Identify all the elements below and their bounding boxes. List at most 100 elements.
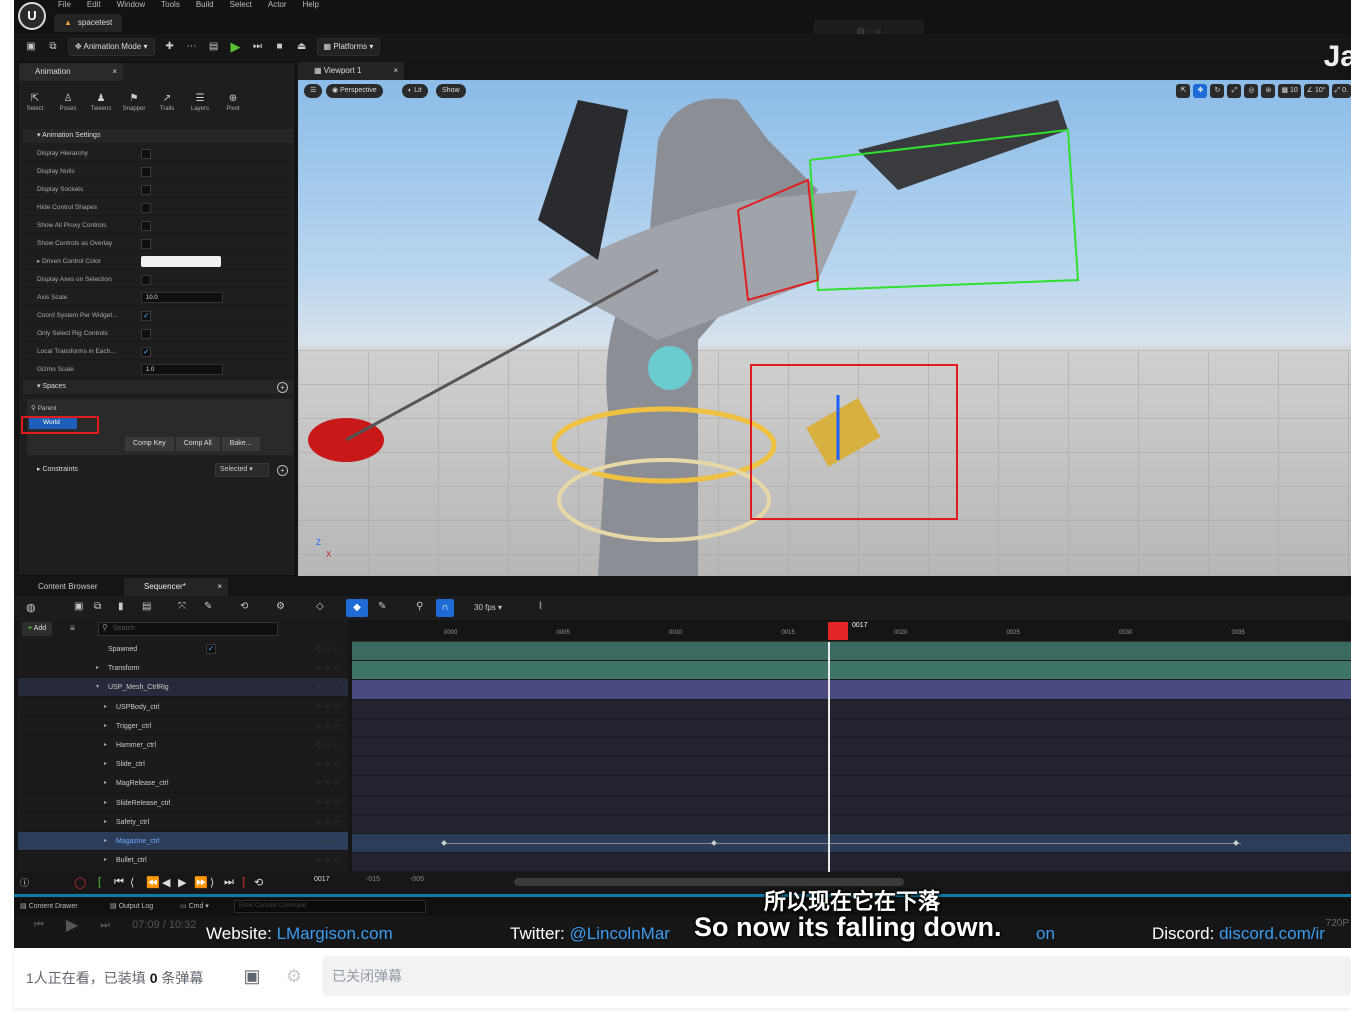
menu-select[interactable]: Select xyxy=(230,0,252,10)
danmaku-toggle-icon[interactable]: ▣ xyxy=(240,964,264,988)
axis-scale-input[interactable]: 10.0 xyxy=(141,292,223,303)
chevron-down-icon[interactable]: ▾ xyxy=(96,678,99,697)
checkbox[interactable] xyxy=(141,239,151,249)
track-lane[interactable] xyxy=(352,814,1351,834)
menu-build[interactable]: Build xyxy=(196,0,214,10)
danmaku-input[interactable]: 已关闭弹幕 xyxy=(322,956,1351,996)
track-lane[interactable] xyxy=(352,757,1351,777)
chevron-right-icon[interactable]: ▸ xyxy=(104,698,107,717)
tool-select[interactable]: ⇱ Select xyxy=(23,93,47,112)
twitter-link-tail[interactable]: on xyxy=(1036,924,1055,944)
chevron-right-icon[interactable]: ▸ xyxy=(104,755,107,774)
checkbox[interactable] xyxy=(141,203,151,213)
comp-all-button[interactable]: Comp All xyxy=(175,437,220,451)
reverse-play-icon[interactable]: ◀ xyxy=(162,876,170,889)
play-icon[interactable]: ▶ xyxy=(229,40,243,54)
chevron-right-icon[interactable]: ▸ xyxy=(104,774,107,793)
record-icon[interactable]: ◯ xyxy=(74,876,86,889)
tab-content-browser[interactable]: Content Browser xyxy=(18,578,106,596)
menu-file[interactable]: File xyxy=(58,0,71,10)
content-icon[interactable]: ⧉ xyxy=(46,40,60,54)
track-row[interactable]: ▸ USPBody_ctrl ◇◇◇ xyxy=(18,698,348,717)
track-lane[interactable] xyxy=(352,661,1351,681)
chevron-right-icon[interactable]: ▸ xyxy=(104,813,107,832)
track-row[interactable]: ▸ Slide_ctrl ◇◇◇ xyxy=(18,755,348,775)
keyframe[interactable] xyxy=(441,840,447,846)
next-icon[interactable]: ⏭ xyxy=(100,919,110,932)
close-icon[interactable]: × xyxy=(393,62,398,80)
translate-icon[interactable]: ✥ xyxy=(1193,84,1208,98)
show-button[interactable]: Show xyxy=(436,84,466,98)
prev-key-icon[interactable]: ⟨ xyxy=(130,876,134,889)
menu-window[interactable]: Window xyxy=(117,0,145,10)
key-nav-icons[interactable]: ◇◇◇ xyxy=(316,659,342,678)
chevron-right-icon[interactable]: ▸ xyxy=(104,794,107,813)
current-frame-field[interactable]: 0017 xyxy=(314,876,330,883)
constraints-filter-dropdown[interactable]: Selected ▾ xyxy=(215,463,269,477)
key-nav-icons[interactable]: ◇◇◇ xyxy=(316,832,342,851)
platforms-dropdown[interactable]: ▦ Platforms ▾ xyxy=(316,38,381,56)
menu-help[interactable]: Help xyxy=(303,0,319,10)
checkbox[interactable] xyxy=(141,329,151,339)
key-nav-icons[interactable]: ◇◇◇ xyxy=(316,813,342,832)
key-nav-icons[interactable]: ◇◇◇ xyxy=(316,717,342,736)
key-nav-icons[interactable]: ◇◇◇ xyxy=(316,678,342,697)
info-icon[interactable]: ⓘ xyxy=(20,876,29,889)
step-icon[interactable]: ⏭ xyxy=(251,40,265,54)
tool-pivot[interactable]: ⊕ Pivot xyxy=(221,93,245,112)
chevron-right-icon[interactable]: ▸ xyxy=(104,832,107,851)
track-row[interactable]: ▸ Hammer_ctrl ◇◇◇ xyxy=(18,736,348,755)
camera-icon[interactable]: ▤ xyxy=(142,601,151,612)
autokey-icon[interactable]: ◆ xyxy=(346,599,368,617)
website-link[interactable]: Website: LMargison.com xyxy=(206,924,393,944)
close-icon[interactable]: × xyxy=(112,63,117,81)
checkbox[interactable] xyxy=(141,221,151,231)
track-row[interactable]: ▾ USP_Mesh_CtrlRig ◇◇◇ xyxy=(18,678,348,698)
loop-mode-icon[interactable]: ⟲ xyxy=(254,876,263,889)
checkbox[interactable] xyxy=(141,343,151,360)
track-row[interactable]: ▸ Transform ◇◇◇ xyxy=(18,659,348,679)
menu-tools[interactable]: Tools xyxy=(161,0,180,10)
quality-label[interactable]: 720P xyxy=(1326,918,1349,929)
viewport-menu-button[interactable]: ☰ xyxy=(304,84,323,98)
surface-snap-icon[interactable]: ⊛ xyxy=(1261,84,1276,98)
mode-dropdown[interactable]: ✥ Animation Mode ▾ xyxy=(68,38,155,56)
view-range-end[interactable]: -005 xyxy=(410,876,424,883)
track-row[interactable]: Spawned ✓ ◇◇◇ xyxy=(18,640,348,659)
spawned-checkbox[interactable]: ✓ xyxy=(206,644,216,654)
grid-snap-button[interactable]: ▦ 10 xyxy=(1278,84,1301,98)
menu-edit[interactable]: Edit xyxy=(87,0,101,10)
chevron-right-icon[interactable]: ▸ xyxy=(96,659,99,678)
add-actor-icon[interactable]: ✚ xyxy=(163,40,177,54)
key-nav-icons[interactable]: ◇◇◇ xyxy=(316,736,342,755)
tool-poses[interactable]: ♙ Poses xyxy=(56,93,80,112)
next-key-icon[interactable]: ⟩ xyxy=(210,876,214,889)
stop-icon[interactable]: ■ xyxy=(273,40,287,54)
track-lane[interactable] xyxy=(352,738,1351,758)
snap-icon[interactable]: ∩ xyxy=(436,599,454,617)
add-track-button[interactable]: + Add xyxy=(22,622,53,636)
add-space-icon[interactable]: + xyxy=(277,382,288,393)
track-row[interactable]: ▸ MagRelease_ctrl ◇◇◇ xyxy=(18,774,348,794)
key-options-icon[interactable]: ◇ xyxy=(316,601,324,612)
blueprint-icon[interactable]: ⋯ xyxy=(185,40,199,54)
save-icon[interactable]: ▣ xyxy=(24,40,38,54)
fps-dropdown[interactable]: 30 fps ▾ xyxy=(474,603,502,612)
play-icon[interactable]: ▶ xyxy=(66,915,78,935)
key-nav-icons[interactable]: ◇◇◇ xyxy=(316,851,342,870)
tool-layers[interactable]: ☰ Layers xyxy=(188,93,212,112)
tab-viewport[interactable]: ▦ Viewport 1 × xyxy=(298,62,404,80)
menu-actor[interactable]: Actor xyxy=(268,0,287,10)
step-forward-icon[interactable]: ⏩ xyxy=(194,876,208,889)
playback-options-icon[interactable]: ⚙ xyxy=(276,601,285,612)
sequencer-timeline[interactable]: 0000 0005 0010 0015 0020 0025 0030 0035 0017 xyxy=(352,620,1351,872)
pin-icon[interactable]: ⚲ xyxy=(416,601,423,612)
key-nav-icons[interactable]: ◇◇◇ xyxy=(316,698,342,717)
checkbox[interactable] xyxy=(141,149,151,159)
track-lane[interactable] xyxy=(352,853,1351,872)
track-row[interactable]: ▸ Safety_ctrl ◇◇◇ xyxy=(18,813,348,832)
key-nav-icons[interactable]: ◇◇◇ xyxy=(316,774,342,793)
console-input[interactable]: Enter Console Command xyxy=(234,900,426,913)
loop-icon[interactable]: ⟲ xyxy=(240,601,248,612)
tab-sequencer[interactable]: Sequencer* × xyxy=(124,578,228,596)
